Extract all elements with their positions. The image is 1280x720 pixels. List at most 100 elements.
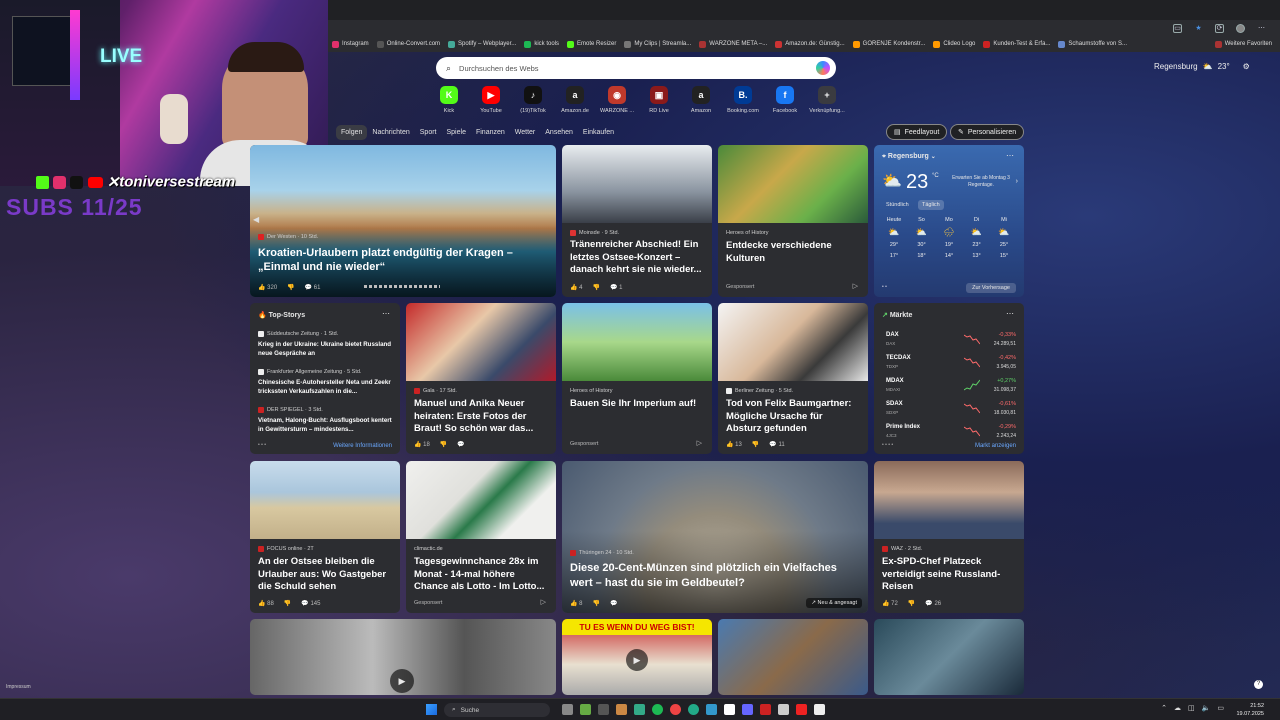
tab-wetter[interactable]: Wetter — [510, 125, 541, 140]
like-icon[interactable]: 👍 13 — [726, 441, 742, 448]
article-card-viking[interactable] — [874, 619, 1024, 695]
personalize-button[interactable]: ✎ Personalisieren — [950, 124, 1025, 140]
taskbar-app-icon[interactable] — [562, 704, 573, 715]
tab-hourly[interactable]: Stündlich — [882, 200, 913, 210]
feature-card-coin[interactable]: Thüringen 24 · 10 Std. Diese 20-Cent-Mün… — [562, 461, 868, 613]
like-icon[interactable]: 👍 72 — [882, 600, 898, 607]
taskbar-app-icon[interactable] — [688, 704, 699, 715]
forecast-day[interactable]: Mo 🌧 19° 14° — [936, 217, 962, 259]
comment-icon[interactable]: 💬 — [457, 441, 464, 448]
comment-icon[interactable]: 💬 26 — [925, 600, 941, 607]
weather-top-widget[interactable]: Regensburg ⛅ 23° ⚙ — [1154, 62, 1250, 71]
market-row[interactable]: DAX DAX -0,33% 24.289,51 — [886, 330, 1016, 351]
dislike-icon[interactable]: 👎 — [440, 441, 447, 448]
dislike-icon[interactable]: 👎 — [752, 441, 759, 448]
market-row[interactable]: MDAX MDAXI +0,27% 31.098,37 — [886, 376, 1016, 397]
article-card-waz[interactable]: WAZ · 2 Std. Ex-SPD-Chef Platzeck vertei… — [874, 461, 1024, 613]
shortcut-tile[interactable]: f Facebook — [764, 86, 806, 114]
dislike-icon[interactable]: 👎 — [287, 284, 294, 291]
web-search-box[interactable]: ⌕ Durchsuchen des Webs — [436, 57, 836, 79]
carousel-prev-icon[interactable]: ◀ — [253, 215, 259, 224]
like-icon[interactable]: 👍 88 — [258, 600, 274, 607]
reader-icon[interactable]: ▭ — [1173, 23, 1182, 33]
hero-card[interactable]: Der Westen · 10 Std. Kroatien-Urlaubern … — [250, 145, 556, 297]
article-card-moin[interactable]: Moinsde · 9 Std. Tränenreicher Abschied!… — [562, 145, 712, 297]
taskbar-app-icon[interactable] — [706, 704, 717, 715]
shortcut-tile[interactable]: ▣ RD Live — [638, 86, 680, 114]
shortcut-tile[interactable]: a Amazon — [680, 86, 722, 114]
pager-dots[interactable]: • • • — [258, 442, 266, 448]
like-icon[interactable]: 👍 4 — [570, 284, 582, 291]
shortcut-tile[interactable]: K Kick — [428, 86, 470, 114]
play-icon[interactable]: ▷ — [853, 282, 858, 290]
sponsored-card-game[interactable] — [718, 619, 868, 695]
like-icon[interactable]: 👍 8 — [570, 600, 582, 607]
feedlayout-button[interactable]: ▤ Feedlayout — [886, 124, 948, 140]
chevron-right-icon[interactable]: › — [1016, 178, 1018, 185]
video-card-awards[interactable]: ▶ — [250, 619, 556, 695]
dislike-icon[interactable]: 👎 — [284, 600, 291, 607]
favorite-star-icon[interactable]: ★ — [1194, 24, 1203, 33]
sponsored-card-heroes1[interactable]: Heroes of History Entdecke verschiedene … — [718, 145, 868, 297]
markets-more-link[interactable]: Markt anzeigen — [975, 443, 1016, 449]
start-icon[interactable] — [426, 704, 437, 715]
bookmark-item[interactable]: Amazon.de: Günstig... — [775, 40, 845, 48]
taskbar-app-icon[interactable] — [598, 704, 609, 715]
taskbar-app-icon[interactable] — [760, 704, 771, 715]
forecast-day[interactable]: Mi ⛅ 25° 15° — [991, 217, 1017, 259]
bookmark-item[interactable]: GORENJE Kondenstr... — [852, 40, 925, 48]
shortcut-tile[interactable]: a Amazon.de — [554, 86, 596, 114]
more-options-icon[interactable]: ⋯ — [1006, 151, 1014, 160]
tab-daily[interactable]: Täglich — [918, 200, 944, 210]
forecast-day[interactable]: Di ⛅ 23° 13° — [964, 217, 990, 259]
bookmark-item[interactable]: Online-Convert.com — [376, 40, 440, 48]
forecast-day[interactable]: Heute ⛅ 29° 17° — [881, 217, 907, 259]
bookmark-item[interactable]: Emote Resizer — [567, 40, 616, 48]
sponsored-card-heroes2[interactable]: Heroes of History Bauen Sie Ihr Imperium… — [562, 303, 712, 454]
bookmark-item[interactable]: Clideo Logo — [933, 40, 975, 48]
taskbar-app-icon[interactable] — [670, 704, 681, 715]
more-options-icon[interactable]: ⋯ — [1006, 309, 1014, 318]
story-title[interactable]: Chinesische E-Autohersteller Neta und Ze… — [258, 378, 392, 396]
dislike-icon[interactable]: 👎 — [592, 284, 599, 291]
article-card-focus[interactable]: FOCUS online · 2T An der Ostsee bleiben … — [250, 461, 400, 613]
taskbar-app-icon[interactable] — [580, 704, 591, 715]
sponsored-card-climactic[interactable]: climactic.de Tagesgewinnchance 28x im Mo… — [406, 461, 556, 613]
market-row[interactable]: SDAX SDXP -0,61% 18.030,81 — [886, 399, 1016, 420]
taskbar-app-icon[interactable] — [778, 704, 789, 715]
comment-icon[interactable]: 💬 61 — [305, 284, 321, 291]
taskbar-app-icon[interactable] — [742, 704, 753, 715]
copilot-icon[interactable] — [816, 61, 830, 75]
clock[interactable]: 21:52 19.07.2025 — [1236, 702, 1264, 718]
shortcut-tile[interactable]: ◉ WARZONE ... — [596, 86, 638, 114]
taskbar-app-icon[interactable] — [814, 704, 825, 715]
tab-nachrichten[interactable]: Nachrichten — [367, 125, 414, 140]
taskbar-app-icon[interactable] — [796, 704, 807, 715]
video-play-icon[interactable]: ▶ — [390, 669, 414, 693]
carousel-dots[interactable] — [364, 285, 440, 288]
chevron-down-icon[interactable]: ⌄ — [931, 154, 936, 160]
taskbar-app-icon[interactable] — [616, 704, 627, 715]
play-icon[interactable]: ▷ — [697, 439, 702, 447]
dislike-icon[interactable]: 👎 — [908, 600, 915, 607]
bookmark-item[interactable]: Weitere Favoriten — [1214, 40, 1280, 48]
taskbar-app-icon[interactable] — [652, 704, 663, 715]
impressum-link[interactable]: Impressum — [6, 684, 31, 690]
profile-avatar[interactable] — [1236, 23, 1245, 33]
system-tray[interactable]: ⌃ ☁ ◫ 🔈 ▭ — [1161, 704, 1224, 712]
shortcut-tile[interactable]: ▶ YouTube — [470, 86, 512, 114]
forecast-button[interactable]: Zur Vorhersage — [966, 283, 1016, 293]
tab-einkaufen[interactable]: Einkaufen — [578, 125, 619, 140]
forecast-day[interactable]: So ⛅ 30° 18° — [909, 217, 935, 259]
bookmark-item[interactable]: Instagram — [332, 40, 369, 48]
taskbar-search[interactable]: ⌕ Suche — [444, 703, 550, 717]
search-input[interactable]: Durchsuchen des Webs — [459, 64, 539, 73]
extensions-icon[interactable]: ⟳ — [1215, 23, 1224, 33]
article-card-gala[interactable]: Gala · 17 Std. Manuel und Anika Neuer he… — [406, 303, 556, 454]
comment-icon[interactable]: 💬 11 — [769, 441, 784, 448]
like-icon[interactable]: 👍 18 — [414, 441, 430, 448]
bookmark-item[interactable]: kick tools — [524, 40, 559, 48]
more-menu-icon[interactable]: ⋯ — [1257, 24, 1266, 33]
comment-icon[interactable]: 💬 1 — [610, 284, 622, 291]
bookmark-item[interactable]: Spotify – Webplayer... — [448, 40, 516, 48]
